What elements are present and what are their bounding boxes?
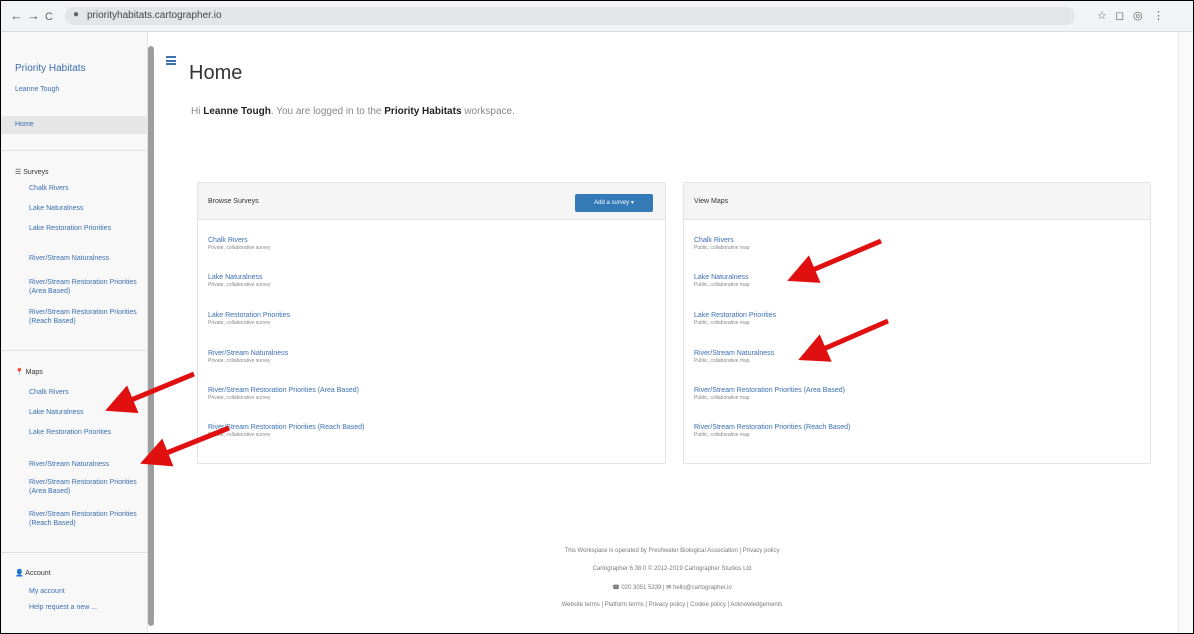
operator-text: This Workspace is operated by Freshwater…: [564, 548, 738, 554]
sidebar-survey-link[interactable]: Chalk Rivers: [29, 184, 139, 193]
list-item[interactable]: River/Stream Restoration Priorities (Are…: [208, 386, 359, 402]
add-survey-button[interactable]: Add a survey ▾: [575, 194, 653, 212]
email-link[interactable]: hello@cartographer.io: [673, 585, 732, 591]
surveys-heading: ☰ Surveys: [15, 169, 49, 176]
list-item[interactable]: River/Stream Restoration Priorities (Rea…: [694, 423, 850, 439]
list-item[interactable]: Chalk Rivers Public, collaborative map: [694, 236, 750, 252]
sidebar: Priority Habitats Leanne Tough Home ☰ Su…: [1, 32, 148, 633]
sidebar-map-link[interactable]: Lake Naturalness: [29, 408, 139, 417]
window-scrollbar[interactable]: [1178, 32, 1193, 633]
sidebar-survey-link[interactable]: River/Stream Restoration Priorities (Rea…: [29, 308, 139, 326]
phone-icon: ☎: [612, 585, 620, 591]
sidebar-survey-link[interactable]: Lake Restoration Priorities: [29, 224, 139, 233]
page-title: Home: [189, 62, 243, 84]
account-heading: 👤 Account: [15, 570, 51, 577]
list-item[interactable]: River/Stream Naturalness Private, collabo…: [208, 349, 288, 365]
privacy-link[interactable]: Privacy policy: [743, 548, 780, 554]
back-icon[interactable]: ←: [10, 8, 23, 24]
forward-icon[interactable]: →: [27, 8, 40, 24]
sidebar-brand[interactable]: Priority Habitats: [15, 63, 86, 74]
list-item[interactable]: Lake Naturalness Public, collaborative ma…: [694, 273, 750, 289]
footer-contact: ☎ 020 3051 5339 | ✉ hello@cartographer.i…: [612, 585, 732, 591]
hamburger-icon[interactable]: [166, 56, 176, 65]
sidebar-map-link[interactable]: River/Stream Restoration Priorities (Rea…: [29, 510, 139, 528]
sidebar-scrollbar[interactable]: [148, 46, 154, 626]
sidebar-map-link[interactable]: River/Stream Restoration Priorities (Are…: [29, 478, 139, 496]
sidebar-survey-link[interactable]: River/Stream Restoration Priorities (Are…: [29, 278, 139, 296]
sidebar-survey-link[interactable]: Lake Naturalness: [29, 204, 139, 213]
footer-operator: This Workspace is operated by Freshwater…: [564, 548, 780, 554]
list-item[interactable]: Lake Restoration Priorities Private, coll…: [208, 311, 290, 327]
list-item[interactable]: Lake Restoration Priorities Public, colla…: [694, 311, 776, 327]
sidebar-item-home[interactable]: Home: [1, 116, 147, 134]
panel-header: View Maps: [684, 183, 1150, 220]
sidebar-map-link[interactable]: Lake Restoration Priorities: [29, 428, 139, 437]
footer-links[interactable]: Website terms | Platform terms | Privacy…: [187, 602, 1157, 608]
maps-heading: 📍 Maps: [15, 369, 43, 376]
lock-icon: ●: [73, 9, 80, 20]
sidebar-map-link[interactable]: Chalk Rivers: [29, 388, 139, 397]
sidebar-account-link[interactable]: My account: [29, 587, 139, 596]
panel-title: Browse Surveys: [208, 198, 259, 205]
profile-icon[interactable]: ◎: [1133, 9, 1143, 22]
panel-title: View Maps: [694, 198, 729, 205]
address-bar[interactable]: ● priorityhabitats.cartographer.io: [65, 7, 1075, 25]
screenshot-frame: ← → C ● priorityhabitats.cartographer.io…: [0, 0, 1194, 634]
reload-icon[interactable]: C: [45, 9, 53, 25]
list-item[interactable]: River/Stream Restoration Priorities (Rea…: [208, 423, 364, 439]
sidebar-user[interactable]: Leanne Tough: [15, 86, 59, 93]
footer-copyright: Cartographer 6.38.0 © 2012-2019 Cartogra…: [592, 566, 752, 572]
star-icon[interactable]: ☆: [1097, 9, 1107, 22]
list-item[interactable]: Lake Naturalness Private, collaborative s…: [208, 273, 271, 289]
sidebar-survey-link[interactable]: River/Stream Naturalness: [29, 254, 139, 263]
divider: [1, 350, 147, 351]
view-maps-panel: View Maps Chalk Rivers Public, collaborat…: [683, 182, 1151, 464]
phone-number[interactable]: 020 3051 5339: [621, 585, 661, 591]
browse-surveys-panel: Browse Surveys Add a survey ▾ Chalk Rive…: [197, 182, 666, 464]
panel-header: Browse Surveys Add a survey ▾: [198, 183, 665, 220]
url-text: priorityhabitats.cartographer.io: [87, 10, 222, 21]
list-item[interactable]: River/Stream Restoration Priorities (Are…: [694, 386, 845, 402]
home-label: Home: [15, 121, 34, 128]
list-item[interactable]: River/Stream Naturalness Public, collabor…: [694, 349, 774, 365]
greeting-text: Hi Leanne Tough. You are logged in to th…: [191, 106, 515, 117]
sidebar-account-link[interactable]: Help request a new ...: [29, 603, 139, 612]
browser-toolbar: ← → C ● priorityhabitats.cartographer.io…: [1, 1, 1193, 32]
list-item[interactable]: Chalk Rivers Private, collaborative surve…: [208, 236, 271, 252]
extension-icon[interactable]: ◻: [1115, 9, 1124, 22]
sidebar-map-link[interactable]: River/Stream Naturalness: [29, 460, 139, 469]
divider: [1, 552, 147, 553]
menu-icon[interactable]: ⋮: [1153, 9, 1164, 22]
envelope-icon: ✉: [666, 585, 672, 591]
divider: [1, 150, 147, 151]
